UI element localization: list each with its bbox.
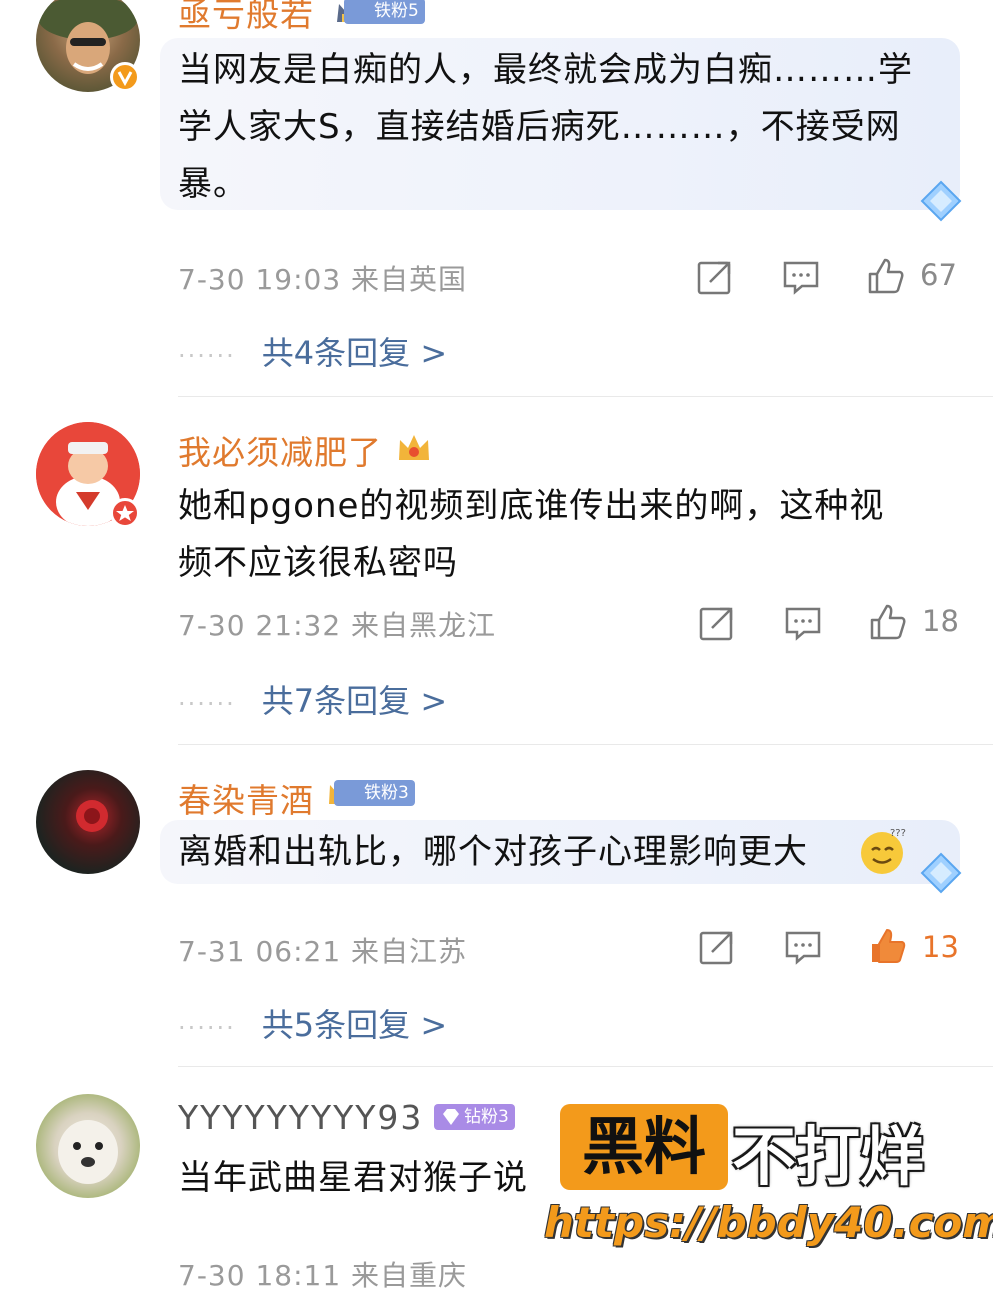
share-icon[interactable]	[696, 258, 734, 296]
emoji-icon: ???	[858, 826, 908, 876]
comment-line: 离婚和出轨比，哪个对孩子心理影响更大	[178, 832, 808, 872]
like-count: 18	[922, 604, 959, 638]
comment-text: 离婚和出轨比，哪个对孩子心理影响更大	[178, 824, 808, 881]
like-count: 67	[920, 258, 957, 292]
replies-label: 共5条回复 >	[261, 1006, 448, 1044]
replies-label: 共7条回复 >	[261, 682, 448, 720]
replies-link[interactable]: ······ 共4条回复 >	[178, 328, 447, 374]
comment-icon[interactable]	[784, 928, 822, 966]
diamond-icon	[918, 178, 964, 224]
divider	[178, 396, 993, 397]
replies-link[interactable]: ······ 共7条回复 >	[178, 676, 447, 722]
comment-line: 学人家大S，直接结婚后病死………，不接受网	[178, 107, 901, 147]
watermark-text: 不打烊	[732, 1121, 924, 1195]
comment-icon[interactable]	[782, 258, 820, 296]
comment-meta: 7-30 19:03 来自英国	[178, 263, 468, 296]
replies-label: 共4条回复 >	[261, 334, 448, 372]
watermark-url: https://bbdy40.com	[544, 1198, 993, 1247]
like-icon[interactable]	[866, 256, 904, 294]
comment-line: 当年武曲星君对猴子说	[178, 1158, 528, 1198]
divider	[178, 1066, 993, 1067]
dots: ······	[178, 342, 236, 370]
avatar[interactable]	[36, 1094, 140, 1198]
comment-meta: 7-30 18:11 来自重庆	[178, 1259, 468, 1292]
crown-icon	[396, 430, 430, 464]
avatar[interactable]	[36, 770, 140, 874]
comment-line: 当网友是白痴的人，最终就会成为白痴………学	[178, 50, 913, 90]
share-icon[interactable]	[698, 928, 736, 966]
username[interactable]: 我必须减肥了	[178, 426, 382, 474]
username[interactable]: 亟亏般若	[178, 0, 314, 36]
comment-text: 她和pgone的视频到底谁传出来的啊，这种视 频不应该很私密吗	[178, 478, 884, 592]
diamond-fan-icon	[440, 1106, 462, 1128]
share-icon[interactable]	[698, 604, 736, 642]
like-count: 13	[922, 930, 959, 964]
username[interactable]: 春染青酒	[178, 774, 314, 822]
fan-badge: 铁粉3	[334, 780, 415, 806]
dots: ······	[178, 690, 236, 718]
diamond-icon	[918, 850, 964, 896]
like-icon[interactable]	[868, 926, 906, 964]
replies-link[interactable]: ······ 共5条回复 >	[178, 1000, 447, 1046]
verified-icon	[110, 498, 140, 528]
watermark-box: 黑料	[560, 1104, 728, 1190]
username[interactable]: YYYYYYYYY93	[178, 1098, 423, 1137]
verified-icon	[110, 62, 140, 92]
watermark: 黑料 不打烊 https://bbdy40.com	[544, 1102, 993, 1280]
svg-text:???: ???	[890, 828, 906, 839]
comment-line: 她和pgone的视频到底谁传出来的啊，这种视	[178, 486, 885, 526]
comment-meta: 7-31 06:21 来自江苏	[178, 935, 468, 968]
like-icon[interactable]	[868, 602, 906, 640]
comment-line: 频不应该很私密吗	[178, 543, 458, 583]
comment-icon[interactable]	[784, 604, 822, 642]
comment-text: 当年武曲星君对猴子说	[178, 1150, 528, 1207]
fan-badge: 铁粉5	[344, 0, 425, 24]
comment-meta: 7-30 21:32 来自黑龙江	[178, 609, 497, 642]
divider	[178, 744, 993, 745]
comment-line: 暴。	[178, 164, 248, 204]
dots: ······	[178, 1014, 236, 1042]
comment-text: 当网友是白痴的人，最终就会成为白痴………学 学人家大S，直接结婚后病死………，不…	[178, 42, 913, 213]
